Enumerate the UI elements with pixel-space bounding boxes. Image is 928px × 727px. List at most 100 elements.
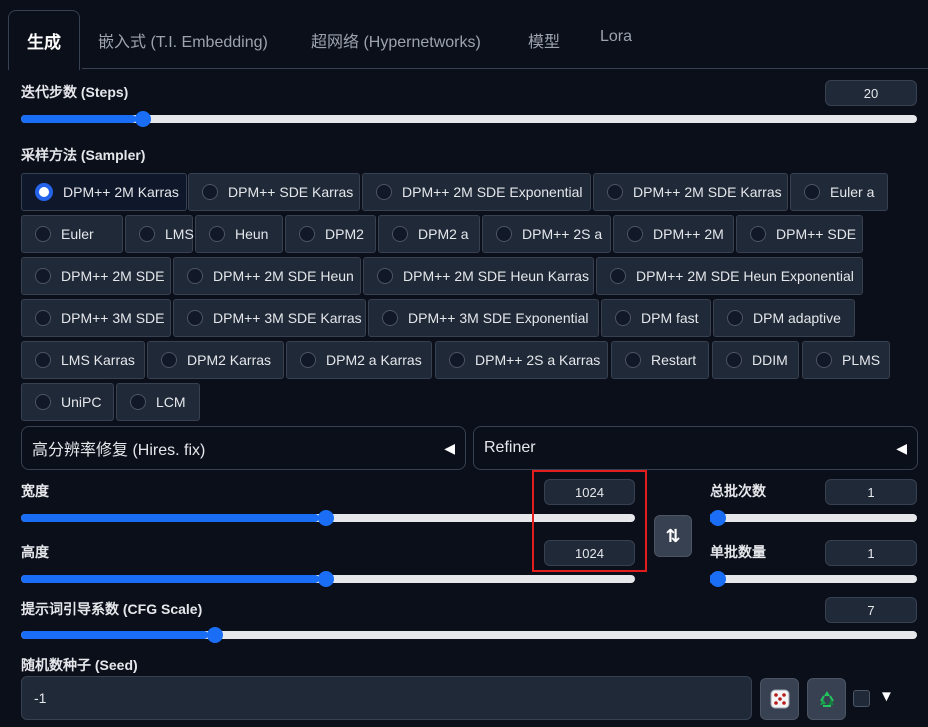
slider-track <box>710 514 917 522</box>
sampler-option[interactable]: DPM++ 2M SDE Karras <box>593 173 788 211</box>
radio-button[interactable] <box>130 394 146 410</box>
reuse-seed-button[interactable] <box>807 678 846 720</box>
sampler-option[interactable]: DPM2 a <box>378 215 480 253</box>
height-slider[interactable] <box>21 570 635 588</box>
tab-checkpoints[interactable]: 模型 <box>528 28 560 52</box>
radio-button[interactable] <box>496 226 512 242</box>
sampler-option[interactable]: DPM2 Karras <box>147 341 284 379</box>
radio-button[interactable] <box>804 184 820 200</box>
batch-count-slider[interactable] <box>710 509 917 527</box>
sampler-option[interactable]: Heun <box>195 215 283 253</box>
cfg-scale-slider[interactable] <box>21 626 917 644</box>
sampler-option[interactable]: DPM++ 2M SDE Heun <box>173 257 361 295</box>
radio-button[interactable] <box>610 268 626 284</box>
sampler-option[interactable]: Euler <box>21 215 123 253</box>
radio-button[interactable] <box>625 352 641 368</box>
tab-hypernetworks[interactable]: 超网络 (Hypernetworks) <box>311 28 481 52</box>
radio-button[interactable] <box>300 352 316 368</box>
chevron-down-icon[interactable]: ▼ <box>879 688 894 705</box>
slider-thumb[interactable] <box>206 627 223 643</box>
slider-track <box>21 115 917 123</box>
slider-thumb[interactable] <box>318 510 335 526</box>
sampler-option[interactable]: DPM2 <box>285 215 376 253</box>
sampler-option[interactable]: DPM++ SDE <box>736 215 863 253</box>
sampler-option[interactable]: DPM++ 3M SDE <box>21 299 171 337</box>
slider-thumb[interactable] <box>318 571 335 587</box>
steps-number-input[interactable]: 20 <box>825 80 917 106</box>
radio-button[interactable] <box>139 226 155 242</box>
radio-button[interactable] <box>209 226 225 242</box>
sampler-option-label: DPM2 a <box>418 226 469 242</box>
sampler-option[interactable]: DPM++ 2S a <box>482 215 611 253</box>
radio-button[interactable] <box>299 226 315 242</box>
tab-generate[interactable]: 生成 <box>8 10 80 70</box>
radio-button[interactable] <box>816 352 832 368</box>
radio-button[interactable] <box>161 352 177 368</box>
radio-button[interactable] <box>187 310 203 326</box>
sampler-option[interactable]: DPM++ 2M SDE Heun Karras <box>363 257 594 295</box>
radio-button[interactable] <box>727 310 743 326</box>
batch-size-number-input[interactable]: 1 <box>825 540 917 566</box>
sampler-option[interactable]: LCM <box>116 383 200 421</box>
sampler-option[interactable]: DPM++ 2M <box>613 215 734 253</box>
tab-bar-divider <box>82 68 928 69</box>
sampler-option-label: Heun <box>235 226 269 242</box>
sampler-option[interactable]: DPM++ 3M SDE Karras <box>173 299 366 337</box>
radio-button[interactable] <box>750 226 766 242</box>
slider-thumb[interactable] <box>710 510 726 526</box>
extra-seed-checkbox[interactable] <box>853 690 870 707</box>
sampler-option[interactable]: DPM2 a Karras <box>286 341 432 379</box>
radio-button[interactable] <box>376 184 392 200</box>
radio-button[interactable] <box>607 184 623 200</box>
radio-button[interactable] <box>392 226 408 242</box>
radio-button[interactable] <box>627 226 643 242</box>
radio-button[interactable] <box>382 310 398 326</box>
sampler-option[interactable]: DPM++ 2M SDE <box>21 257 171 295</box>
steps-slider[interactable] <box>21 110 917 128</box>
sampler-option[interactable]: PLMS <box>802 341 890 379</box>
sampler-option[interactable]: Euler a <box>790 173 888 211</box>
sampler-option[interactable]: LMS Karras <box>21 341 145 379</box>
batch-count-number-input[interactable]: 1 <box>825 479 917 505</box>
sampler-option[interactable]: DPM++ 2M Karras <box>21 173 187 211</box>
radio-button[interactable] <box>35 268 51 284</box>
radio-button[interactable] <box>726 352 742 368</box>
seed-input[interactable]: -1 <box>21 676 752 720</box>
sampler-option[interactable]: DPM++ 2M SDE Exponential <box>362 173 591 211</box>
radio-button[interactable] <box>202 184 218 200</box>
cfg-scale-number-input[interactable]: 7 <box>825 597 917 623</box>
sampler-option[interactable]: DPM fast <box>601 299 711 337</box>
tab-lora[interactable]: Lora <box>600 28 632 46</box>
radio-button[interactable] <box>35 310 51 326</box>
refiner-accordion[interactable]: Refiner ◀ <box>473 426 918 470</box>
hires-fix-label: 高分辨率修复 (Hires. fix) <box>32 442 206 459</box>
radio-button[interactable] <box>35 394 51 410</box>
sampler-option[interactable]: DDIM <box>712 341 799 379</box>
random-seed-button[interactable] <box>760 678 799 720</box>
sampler-option[interactable]: DPM++ SDE Karras <box>188 173 360 211</box>
sampler-option[interactable]: DPM++ 3M SDE Exponential <box>368 299 599 337</box>
sampler-option[interactable]: DPM++ 2S a Karras <box>435 341 608 379</box>
sampler-option-label: DPM++ 2M SDE Heun Karras <box>403 268 589 284</box>
swap-dimensions-button[interactable]: ⇅ <box>654 515 692 557</box>
tab-textual-inversion[interactable]: 嵌入式 (T.I. Embedding) <box>98 28 268 52</box>
radio-button[interactable] <box>187 268 203 284</box>
slider-thumb[interactable] <box>710 571 726 587</box>
radio-button[interactable] <box>35 226 51 242</box>
radio-button[interactable] <box>35 352 51 368</box>
slider-fill <box>21 115 136 123</box>
radio-button[interactable] <box>377 268 393 284</box>
radio-button[interactable] <box>615 310 631 326</box>
sampler-option[interactable]: DPM adaptive <box>713 299 855 337</box>
radio-button[interactable] <box>449 352 465 368</box>
sampler-option[interactable]: UniPC <box>21 383 114 421</box>
batch-size-slider[interactable] <box>710 570 917 588</box>
sampler-option[interactable]: Restart <box>611 341 709 379</box>
sampler-option-label: DPM++ 2M <box>653 226 724 242</box>
sampler-option[interactable]: LMS <box>125 215 194 253</box>
slider-thumb[interactable] <box>134 111 151 127</box>
sampler-option[interactable]: DPM++ 2M SDE Heun Exponential <box>596 257 863 295</box>
radio-button[interactable] <box>35 183 53 201</box>
hires-fix-accordion[interactable]: 高分辨率修复 (Hires. fix) ◀ <box>21 426 466 470</box>
sampler-option-label: DPM++ 2M SDE Exponential <box>402 184 583 200</box>
